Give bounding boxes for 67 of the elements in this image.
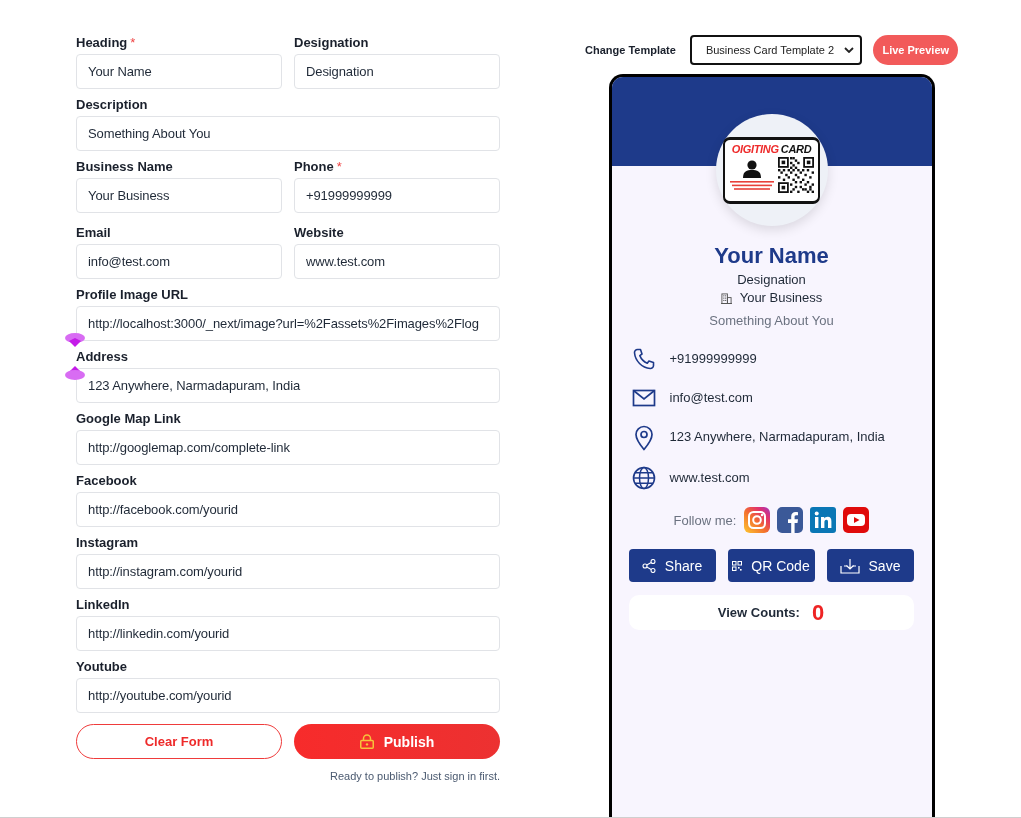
- sign-in-note: Ready to publish? Just sign in first.: [330, 769, 500, 783]
- field-label: Business Name: [76, 159, 173, 175]
- required-asterisk: *: [130, 35, 136, 51]
- field-label: Instagram: [76, 535, 139, 551]
- follow-me-label: Follow me:: [673, 512, 737, 528]
- text-input[interactable]: info@test.com: [76, 244, 282, 279]
- phone-icon: [631, 347, 656, 371]
- logo-text: CARD: [780, 142, 812, 155]
- card-business-name: Your Business: [739, 289, 823, 307]
- field-label: Facebook: [76, 473, 137, 489]
- text-input[interactable]: http://googlemap.com/complete-link: [76, 430, 500, 465]
- globe-icon: [631, 466, 656, 490]
- card-name: Your Name: [714, 242, 829, 270]
- text-input[interactable]: Your Name: [76, 54, 282, 89]
- field-label: Google Map Link: [76, 411, 181, 427]
- gem-icon: [65, 333, 85, 347]
- field-label: Description: [76, 97, 148, 113]
- field-label: Website: [294, 225, 344, 241]
- text-input[interactable]: www.test.com: [294, 244, 500, 279]
- lock-icon: [359, 734, 374, 749]
- text-input[interactable]: Your Business: [76, 178, 282, 213]
- logo-text: OIGITING: [731, 142, 779, 155]
- field-label: Address: [76, 349, 129, 365]
- card-description: Something About You: [709, 312, 834, 330]
- qr-code-icon: [777, 156, 814, 193]
- save-button[interactable]: Save: [826, 549, 914, 582]
- text-input[interactable]: +91999999999: [294, 178, 500, 213]
- text-input[interactable]: http://facebook.com/yourid: [76, 492, 500, 527]
- contact-text: 123 Anywhere, Narmadapuram, India: [669, 428, 885, 446]
- field-label: Profile Image URL: [76, 287, 188, 303]
- text-input[interactable]: http://localhost:3000/_next/image?url=%2Fassets%2Fimages%2Flog: [76, 306, 500, 341]
- field-label: Designation: [294, 35, 369, 51]
- view-counts-label: View Counts:: [717, 605, 800, 620]
- template-select[interactable]: Business Card Template 2: [689, 35, 863, 65]
- qr-code-button[interactable]: QR Code: [727, 549, 815, 582]
- view-count-value: 0: [811, 599, 825, 626]
- share-button[interactable]: Share: [628, 549, 716, 582]
- linkedin-icon[interactable]: [810, 507, 837, 533]
- contact-text: +91999999999: [669, 350, 757, 368]
- required-asterisk: *: [336, 159, 342, 175]
- text-lines-icon: [729, 180, 774, 190]
- card-designation: Designation: [737, 271, 806, 289]
- contact-text: info@test.com: [669, 389, 753, 407]
- text-input[interactable]: Something About You: [76, 116, 500, 151]
- chevron-down-icon: [844, 47, 855, 53]
- text-input[interactable]: http://instagram.com/yourid: [76, 554, 500, 589]
- qr-grid-icon: [732, 560, 743, 571]
- text-input[interactable]: http://linkedin.com/yourid: [76, 616, 500, 651]
- text-input[interactable]: http://youtube.com/yourid: [76, 678, 500, 713]
- clear-form-button[interactable]: Clear Form: [76, 724, 282, 759]
- change-template-label: Change Template: [585, 44, 676, 56]
- text-input[interactable]: Designation: [294, 54, 500, 89]
- building-icon: [720, 292, 732, 304]
- text-input[interactable]: 123 Anywhere, Narmadapuram, India: [76, 368, 500, 403]
- instagram-icon[interactable]: [744, 507, 771, 533]
- youtube-icon[interactable]: [843, 507, 870, 533]
- field-label: Phone: [294, 159, 334, 175]
- contact-text: www.test.com: [669, 469, 750, 487]
- facebook-icon[interactable]: [777, 507, 804, 533]
- field-label: Heading: [76, 35, 128, 51]
- field-label: Youtube: [76, 659, 128, 675]
- publish-button[interactable]: Publish: [294, 724, 500, 759]
- download-icon: [839, 557, 860, 574]
- field-label: LinkedIn: [76, 597, 130, 613]
- field-label: Email: [76, 225, 111, 241]
- person-icon: [741, 159, 762, 178]
- share-icon: [641, 558, 656, 573]
